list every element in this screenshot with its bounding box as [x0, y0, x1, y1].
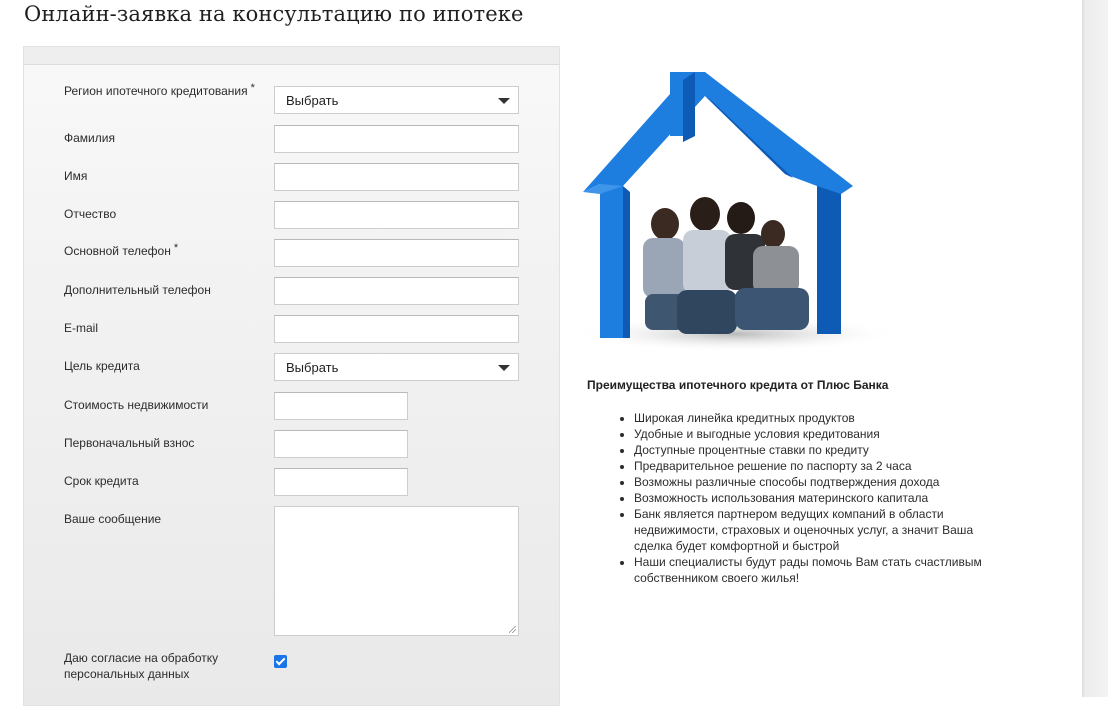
- region-label: Регион ипотечного кредитования *: [64, 82, 255, 98]
- message-label: Ваше сообщение: [64, 512, 162, 526]
- consent-label: Даю согласие на обработку персональных д…: [64, 650, 218, 682]
- list-item: Возможны различные способы подтверждения…: [634, 474, 1014, 490]
- consent-label-line1: Даю согласие на обработку: [64, 651, 219, 665]
- last-name-label: Фамилия: [64, 131, 115, 145]
- extra-phone-input[interactable]: [274, 277, 519, 305]
- required-mark: *: [173, 242, 179, 254]
- page-edge-shadow: [1082, 0, 1108, 697]
- first-name-input[interactable]: [274, 163, 519, 191]
- property-cost-input[interactable]: [274, 392, 408, 420]
- consent-label-line2: персональных данных: [64, 667, 190, 681]
- down-payment-label: Первоначальный взнос: [64, 436, 195, 450]
- down-payment-input[interactable]: [274, 430, 408, 458]
- purpose-select-value: Выбрать: [286, 360, 339, 375]
- family-silhouettes: [643, 197, 809, 334]
- purpose-label: Цель кредита: [64, 359, 140, 373]
- property-cost-label: Стоимость недвижимости: [64, 398, 209, 412]
- extra-phone-label: Дополнительный телефон: [64, 283, 211, 297]
- page-title: Онлайн-заявка на консультацию по ипотеке: [24, 2, 524, 26]
- term-input[interactable]: [274, 468, 408, 496]
- last-name-input[interactable]: [274, 125, 519, 153]
- required-mark: *: [250, 82, 255, 94]
- middle-name-label: Отчество: [64, 207, 117, 221]
- chevron-down-icon: [498, 98, 510, 104]
- first-name-label: Имя: [64, 169, 88, 183]
- main-phone-label: Основной телефон *: [64, 242, 179, 258]
- middle-name-input[interactable]: [274, 201, 519, 229]
- list-item: Наши специалисты будут рады помочь Вам с…: [634, 554, 1014, 586]
- region-select-value: Выбрать: [286, 93, 339, 108]
- list-item: Удобные и выгодные условия кредитования: [634, 426, 1014, 442]
- family-house-illustration: [570, 72, 900, 352]
- email-input[interactable]: [274, 315, 519, 343]
- message-textarea[interactable]: [274, 506, 519, 636]
- list-item: Широкая линейка кредитных продуктов: [634, 410, 1014, 426]
- resize-grip-icon[interactable]: [509, 626, 516, 633]
- main-phone-input[interactable]: [274, 239, 519, 267]
- term-label: Срок кредита: [64, 474, 139, 488]
- mortgage-form: Регион ипотечного кредитования * Выбрать …: [23, 46, 560, 706]
- chevron-down-icon: [498, 365, 510, 371]
- consent-checkbox[interactable]: [274, 655, 287, 668]
- list-item: Возможность использования материнского к…: [634, 490, 1014, 506]
- benefits-list: Широкая линейка кредитных продуктов Удоб…: [614, 410, 1014, 586]
- form-header-strip: [24, 47, 559, 65]
- list-item: Предварительное решение по паспорту за 2…: [634, 458, 1014, 474]
- region-select[interactable]: Выбрать: [274, 86, 519, 114]
- email-label: E-mail: [64, 321, 99, 335]
- list-item: Банк является партнером ведущих компаний…: [634, 506, 1014, 554]
- benefits-title: Преимущества ипотечного кредита от Плюс …: [587, 378, 889, 392]
- purpose-select[interactable]: Выбрать: [274, 353, 519, 381]
- list-item: Доступные процентные ставки по кредиту: [634, 442, 1014, 458]
